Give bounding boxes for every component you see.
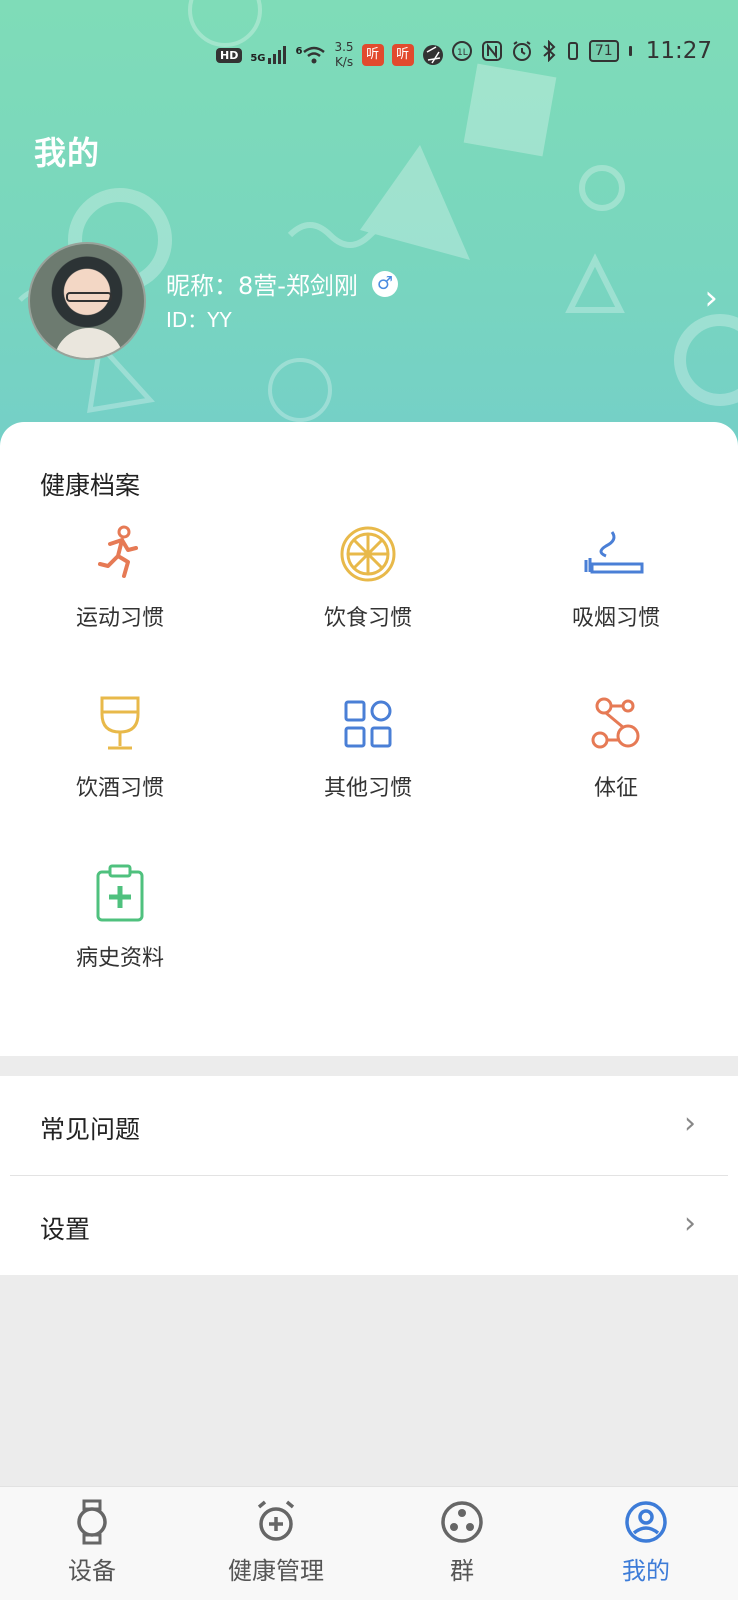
wine-glass-icon bbox=[100, 696, 140, 750]
hd-indicator: HD bbox=[216, 47, 243, 63]
battery-tip bbox=[628, 46, 632, 56]
grid-apps-icon bbox=[344, 700, 392, 748]
male-gender-icon: ♂ bbox=[371, 270, 398, 297]
svg-text:1L: 1L bbox=[457, 48, 468, 58]
chevron-right-icon: › bbox=[684, 1206, 696, 1241]
profile-row[interactable]: 昵称：8营-郑剑刚 ♂ ID：YY › bbox=[28, 242, 718, 362]
battery-indicator: 71 bbox=[588, 40, 619, 62]
orange-slice-icon bbox=[340, 526, 396, 582]
clock: 11:27 bbox=[645, 38, 712, 64]
volte-icon: 1L bbox=[451, 41, 472, 61]
profile-id: ID：YY bbox=[166, 308, 232, 332]
profile-nickname-row: 昵称：8营-郑剑刚 ♂ bbox=[166, 266, 398, 301]
section-title: 健康档案 bbox=[40, 471, 141, 500]
network-speed: 3.5 K/s bbox=[334, 40, 354, 69]
avatar-glasses bbox=[66, 292, 112, 302]
alarm-icon bbox=[512, 41, 531, 61]
avatar[interactable] bbox=[28, 242, 146, 360]
grid-item-other[interactable]: 其他习惯 bbox=[268, 692, 468, 812]
chevron-right-icon: › bbox=[684, 1106, 696, 1141]
settings-label: 设置 bbox=[40, 1215, 91, 1244]
tab-health-management[interactable]: 健康管理 bbox=[196, 1499, 356, 1586]
grid-item-smoking[interactable]: 吸烟习惯 bbox=[516, 522, 716, 642]
vibrate-icon bbox=[567, 42, 578, 60]
tab-device[interactable]: 设备 bbox=[12, 1499, 172, 1586]
listen-app-icon: 听 bbox=[361, 44, 384, 66]
running-person-icon bbox=[98, 525, 138, 578]
cigarette-icon bbox=[584, 531, 644, 574]
wifi-icon: 6 bbox=[296, 46, 327, 64]
molecule-icon bbox=[591, 697, 640, 749]
aperture-app-icon bbox=[422, 45, 443, 65]
avatar-shirt bbox=[54, 328, 124, 358]
alarm-plus-icon bbox=[257, 1500, 295, 1541]
grid-item-medical-history[interactable]: 病史资料 bbox=[20, 862, 220, 982]
settings-row[interactable]: 设置 › bbox=[0, 1176, 738, 1275]
group-dots-icon bbox=[441, 1501, 483, 1543]
grid-item-exercise[interactable]: 运动习惯 bbox=[20, 522, 220, 642]
status-bar: HD 5G 6 3.5 K/s 听 听 1L 71 11:27 bbox=[0, 36, 738, 72]
cellular-signal-icon: 5G bbox=[250, 46, 287, 64]
user-circle-icon bbox=[625, 1501, 667, 1543]
tab-group[interactable]: 群 bbox=[382, 1499, 542, 1586]
bottom-tab-bar: 设备 健康管理 群 我的 bbox=[0, 1486, 738, 1600]
chevron-right-icon[interactable]: › bbox=[704, 278, 718, 318]
health-records-card: 健康档案 运动习惯 饮食习惯 吸烟习惯 饮酒习惯 其他习惯 体征 病史资料 bbox=[0, 422, 738, 1056]
grid-item-drinking[interactable]: 饮酒习惯 bbox=[20, 692, 220, 812]
settings-menu: 常见问题 › 设置 › bbox=[0, 1076, 738, 1275]
clipboard-plus-icon bbox=[96, 864, 144, 922]
page-title: 我的 bbox=[34, 134, 101, 172]
profile-nickname: 昵称：8营-郑剑刚 bbox=[166, 272, 358, 300]
nfc-icon bbox=[481, 41, 502, 61]
grid-item-vitals[interactable]: 体征 bbox=[516, 692, 716, 812]
watch-icon bbox=[77, 1499, 107, 1545]
listen-app-icon-2: 听 bbox=[391, 44, 414, 66]
grid-item-diet[interactable]: 饮食习惯 bbox=[268, 522, 468, 642]
bluetooth-icon bbox=[543, 40, 556, 62]
faq-label: 常见问题 bbox=[40, 1115, 141, 1144]
tab-mine[interactable]: 我的 bbox=[566, 1499, 726, 1586]
faq-row[interactable]: 常见问题 › bbox=[0, 1076, 738, 1175]
profile-header: HD 5G 6 3.5 K/s 听 听 1L 71 11:27 我的 昵称：8营… bbox=[0, 0, 738, 460]
